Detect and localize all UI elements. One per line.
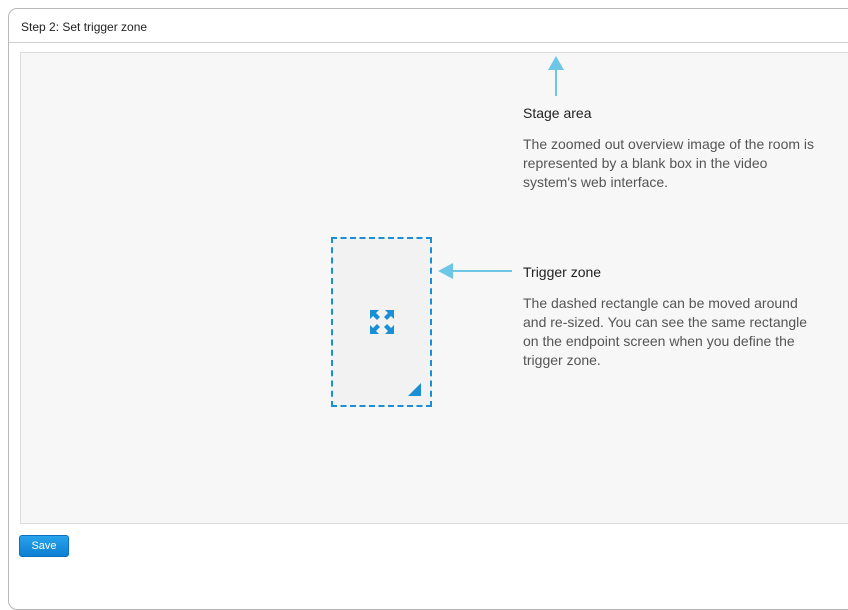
stage-area-pointer-arrow-icon — [548, 56, 564, 96]
stage-area-description: The zoomed out overview image of the roo… — [523, 136, 815, 190]
move-arrows-icon[interactable] — [369, 309, 395, 335]
title-divider — [9, 42, 848, 43]
trigger-zone-description: The dashed rectangle can be moved around… — [523, 295, 808, 368]
stage-area-heading: Stage area — [523, 105, 592, 121]
stage-area — [20, 52, 848, 524]
trigger-zone-heading: Trigger zone — [523, 264, 602, 280]
trigger-zone-pointer-arrow-icon — [438, 263, 512, 279]
resize-corner-icon[interactable] — [408, 383, 421, 396]
save-button[interactable]: Save — [19, 535, 69, 557]
step-title: Step 2: Set trigger zone — [21, 20, 148, 34]
trigger-zone-rectangle[interactable] — [331, 237, 432, 407]
